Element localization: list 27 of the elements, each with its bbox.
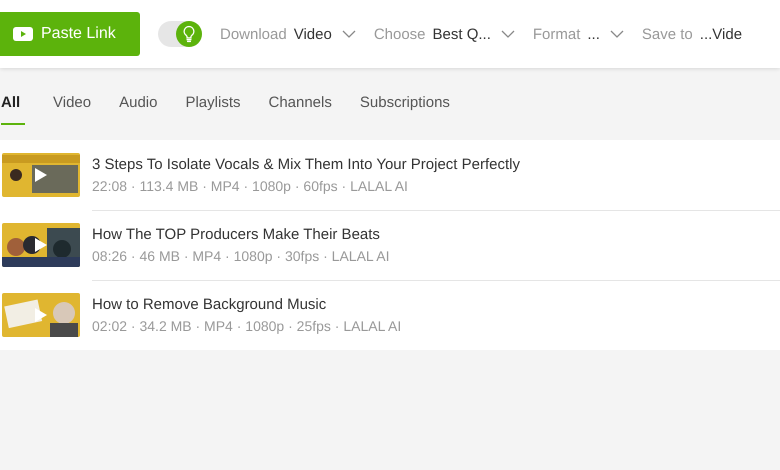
chevron-down-icon	[610, 30, 624, 38]
video-details: 08:26 · 46 MB · MP4 · 1080p · 30fps · LALAL AI	[92, 248, 390, 264]
lightbulb-icon	[182, 25, 196, 43]
video-row[interactable]: 3 Steps To Isolate Vocals & Mix Them Into Your Project Perfectly 22:08 · 113.4 MB · MP4 · 1080p · 60fps · LALAL AI	[0, 140, 780, 210]
video-row[interactable]: How to Remove Background Music 02:02 · 34.2 MB · MP4 · 1080p · 25fps · LALAL AI	[0, 280, 780, 350]
tab[interactable]: Channels	[268, 94, 332, 125]
play-icon	[35, 308, 47, 322]
tab[interactable]: Video	[53, 94, 92, 125]
dropdown[interactable]: Format ...	[532, 26, 624, 42]
video-details: 02:02 · 34.2 MB · MP4 · 1080p · 25fps · LALAL AI	[92, 318, 402, 334]
dropdown[interactable]: Choose Best Q...	[374, 26, 515, 42]
chevron-down-icon	[342, 30, 356, 38]
tab[interactable]: All	[1, 94, 25, 125]
dropdown[interactable]: Download Video	[220, 26, 356, 42]
tab[interactable]: Playlists	[185, 94, 240, 125]
video-details: 22:08 · 113.4 MB · MP4 · 1080p · 60fps · LALAL AI	[92, 178, 408, 194]
tab[interactable]: Audio	[119, 94, 158, 125]
toggle-switch[interactable]	[158, 21, 202, 47]
play-icon	[13, 27, 33, 41]
dropdown[interactable]: Save to ...Vide	[642, 26, 742, 42]
video-row[interactable]: How The TOP Producers Make Their Beats 08:26 · 46 MB · MP4 · 1080p · 30fps · LALAL AI	[0, 210, 780, 280]
chevron-down-icon	[500, 30, 515, 38]
tab[interactable]: Subscriptions	[360, 94, 450, 125]
video-title: How The TOP Producers Make Their Beats	[92, 226, 380, 242]
video-title: 3 Steps To Isolate Vocals & Mix Them Into Your Project Perfectly	[92, 156, 520, 172]
video-title: How to Remove Background Music	[92, 296, 326, 313]
play-icon	[35, 168, 47, 182]
